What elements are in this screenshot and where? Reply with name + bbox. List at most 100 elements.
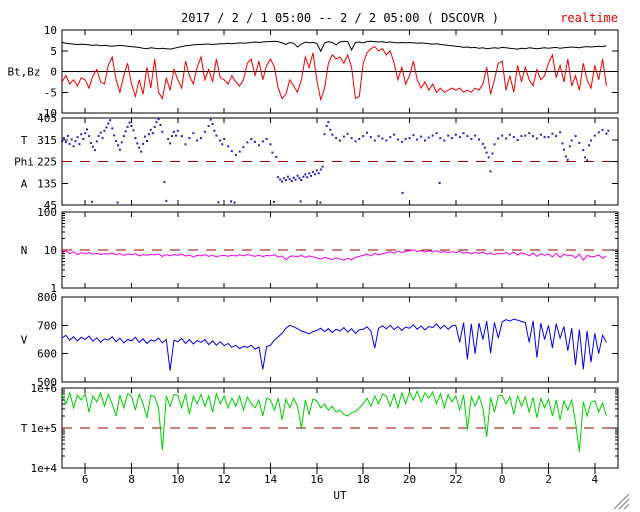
- phi-point: [396, 138, 399, 141]
- panel-temperature: 1e+6 1e+5 1e+4 T: [21, 382, 619, 475]
- panel-ylabel: V: [21, 334, 28, 347]
- phi-point: [416, 138, 419, 141]
- phi-point: [95, 140, 98, 143]
- phi-point: [354, 140, 357, 143]
- y-tick-label: 0: [50, 66, 57, 79]
- phi-point: [132, 129, 135, 132]
- phi-point: [443, 139, 446, 142]
- phi-point: [424, 139, 426, 142]
- phi-point: [389, 136, 392, 139]
- phi-point: [176, 129, 179, 132]
- phi-point: [584, 156, 587, 159]
- x-tick-label: 6: [82, 473, 89, 486]
- phi-point: [101, 137, 104, 140]
- phi-point: [184, 143, 187, 146]
- panel-ylabel: T: [21, 134, 28, 147]
- phi-point: [257, 144, 260, 147]
- phi-point: [373, 139, 376, 142]
- resize-grip-icon[interactable]: [613, 493, 630, 510]
- phi-point: [299, 200, 302, 203]
- phi-point: [401, 191, 404, 194]
- phi-point: [227, 145, 230, 148]
- phi-point: [578, 141, 581, 144]
- panel-ylabel: Phi: [14, 156, 34, 169]
- phi-point: [124, 130, 127, 133]
- phi-point: [84, 132, 87, 135]
- solar-wind-chart: 2017 / 2 / 1 05:00 -- 2 / 2 05:00 ( DSCO…: [7, 11, 630, 510]
- phi-point: [329, 128, 332, 131]
- phi-point: [68, 142, 71, 145]
- phi-point: [233, 201, 236, 204]
- n-line: [61, 249, 607, 262]
- phi-point: [568, 145, 571, 148]
- phi-point: [298, 177, 301, 180]
- bz-line: [61, 45, 607, 102]
- phi-point: [508, 133, 511, 136]
- phi-point: [516, 139, 519, 141]
- phi-point: [140, 150, 143, 153]
- phi-point: [435, 132, 438, 135]
- phi-point: [120, 141, 123, 144]
- phi-point: [223, 138, 226, 140]
- phi-point: [254, 140, 256, 143]
- phi-point: [561, 142, 564, 145]
- phi-point: [543, 136, 546, 139]
- t-line: [61, 389, 607, 453]
- phi-point: [143, 135, 146, 138]
- y-tick-label: 135: [37, 177, 57, 190]
- phi-point: [207, 125, 210, 127]
- phi-point: [265, 138, 268, 140]
- panel-ylabel: A: [21, 177, 28, 190]
- phi-point: [282, 177, 285, 180]
- phi-point: [76, 136, 79, 139]
- phi-point: [485, 151, 488, 154]
- phi-point: [113, 134, 116, 137]
- x-tick-label: 16: [310, 473, 323, 486]
- phi-point: [474, 134, 477, 137]
- y-tick-label: 1e+6: [31, 382, 58, 395]
- phi-point: [122, 135, 125, 138]
- phi-point: [317, 172, 320, 175]
- phi-point: [563, 148, 565, 151]
- phi-point: [192, 132, 195, 135]
- phi-point: [261, 140, 264, 143]
- phi-point: [90, 141, 92, 144]
- phi-point: [103, 129, 106, 132]
- phi-point: [64, 141, 67, 144]
- phi-point: [163, 181, 166, 183]
- phi-point: [366, 131, 369, 134]
- phi-point: [586, 159, 589, 162]
- phi-point: [487, 156, 490, 159]
- phi-point: [588, 144, 590, 147]
- x-axis-labels: 6 8 10 12 14 16 18 20 22 0 2 4: [82, 473, 599, 486]
- phi-point: [325, 125, 328, 127]
- x-tick-label: 0: [499, 473, 506, 486]
- phi-point: [547, 136, 550, 139]
- phi-point: [93, 149, 96, 152]
- phi-point: [147, 133, 150, 136]
- phi-point: [279, 178, 282, 181]
- phi-point: [277, 176, 280, 179]
- y-tick-label: 315: [37, 134, 57, 147]
- phi-point: [142, 142, 145, 145]
- x-tick-label: 8: [128, 473, 135, 486]
- phi-point: [458, 136, 461, 139]
- phi-point: [381, 137, 384, 140]
- phi-point: [512, 136, 515, 139]
- phi-point: [126, 125, 129, 128]
- phi-point: [335, 137, 338, 140]
- phi-point: [582, 149, 585, 152]
- phi-point: [105, 126, 108, 129]
- phi-point: [323, 133, 326, 136]
- phi-point: [203, 130, 206, 133]
- phi-point: [551, 132, 554, 135]
- phi-point: [342, 135, 345, 138]
- phi-point: [275, 155, 278, 158]
- phi-point: [62, 137, 65, 140]
- x-tick-label: 2: [545, 473, 552, 486]
- phi-point: [80, 133, 83, 136]
- phi-point: [491, 152, 494, 155]
- phi-point: [157, 118, 160, 121]
- phi-point: [362, 135, 365, 138]
- phi-point: [470, 138, 473, 140]
